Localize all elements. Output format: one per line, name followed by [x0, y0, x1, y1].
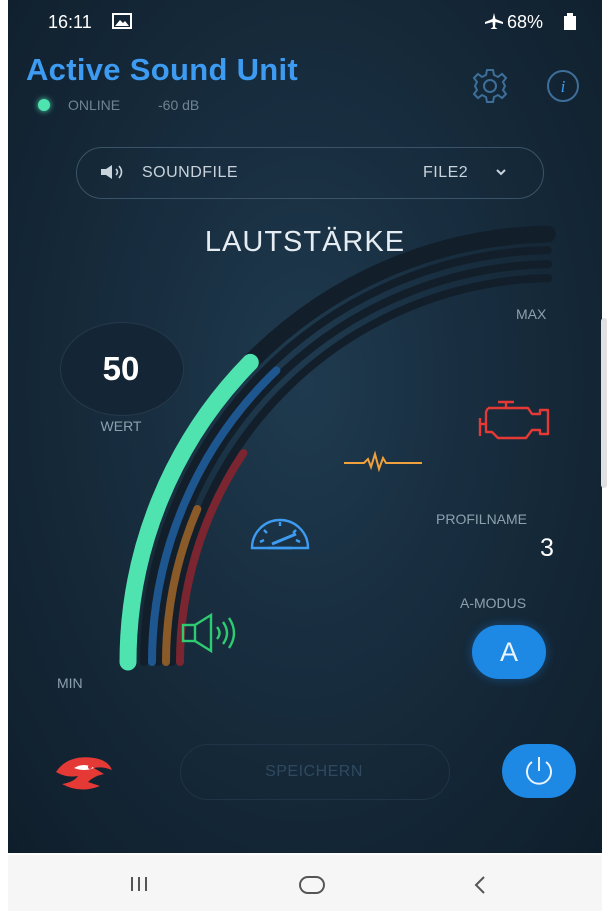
- power-icon: [526, 757, 552, 785]
- sound-wave-icon[interactable]: [342, 450, 424, 472]
- engine-icon[interactable]: [474, 398, 558, 444]
- scroll-handle[interactable]: [601, 318, 607, 488]
- volume-value-label: WERT: [100, 418, 142, 434]
- mode-label: A-MODUS: [460, 595, 527, 611]
- speedometer-icon[interactable]: [246, 512, 314, 556]
- speaker-icon[interactable]: [181, 612, 247, 654]
- profile-label: PROFILNAME: [436, 511, 528, 527]
- profile-value: 3: [540, 534, 554, 562]
- gauge-max-label: MAX: [516, 306, 547, 322]
- app-screen: 16:11 68% Active Sound Unit i ONLINE -60…: [8, 0, 602, 853]
- recent-apps-icon[interactable]: [129, 875, 149, 893]
- mode-value: A: [499, 637, 518, 667]
- brand-logo-icon: [56, 757, 112, 790]
- power-button[interactable]: [502, 744, 576, 798]
- back-icon[interactable]: [472, 875, 488, 895]
- volume-value: 50: [102, 350, 140, 387]
- home-icon[interactable]: [298, 875, 326, 895]
- mode-button[interactable]: A: [472, 625, 546, 679]
- system-navbar: [8, 855, 602, 911]
- gauge-min-label: MIN: [57, 675, 83, 691]
- save-button-label: SPEICHERN: [265, 763, 363, 780]
